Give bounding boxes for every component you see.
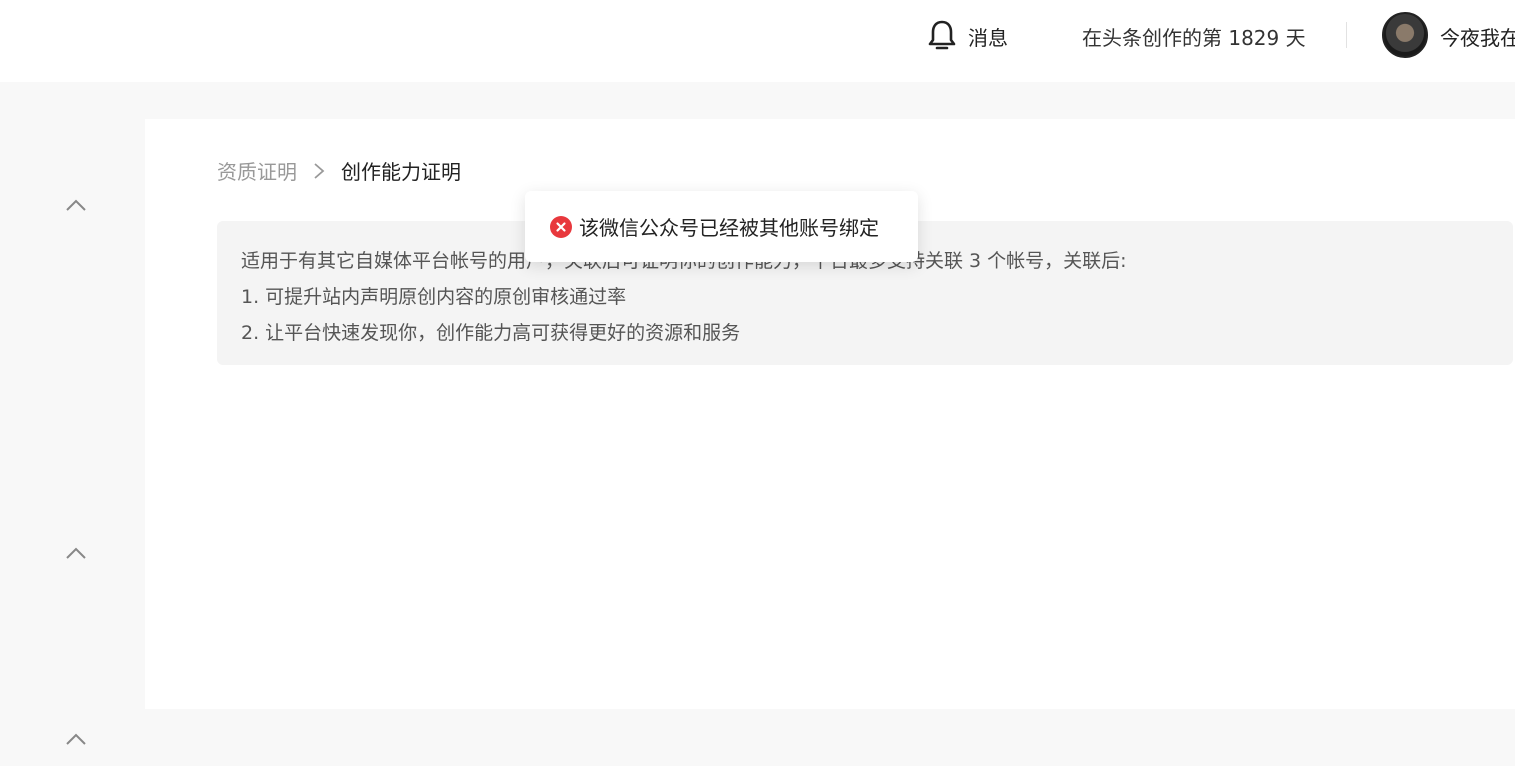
bell-icon[interactable] — [924, 17, 960, 53]
notification-label[interactable]: 消息 — [968, 22, 1008, 51]
top-header: 消息 在头条创作的第 1829 天 今夜我在 — [0, 0, 1515, 82]
breadcrumb-current: 创作能力证明 — [341, 160, 461, 184]
info-line: 1. 可提升站内声明原创内容的原创审核通过率 — [241, 286, 627, 308]
info-line: 2. 让平台快速发现你，创作能力高可获得更好的资源和服务 — [241, 322, 741, 344]
creation-days-text: 在头条创作的第 1829 天 — [1082, 26, 1306, 50]
chevron-up-icon[interactable] — [64, 198, 88, 212]
header-divider — [1346, 22, 1347, 48]
avatar[interactable] — [1382, 12, 1428, 58]
breadcrumb: 资质证明 创作能力证明 — [217, 156, 461, 185]
username[interactable]: 今夜我在 — [1440, 22, 1515, 51]
error-toast: 该微信公众号已经被其他账号绑定 — [525, 191, 918, 262]
error-circle-icon — [550, 215, 572, 238]
chevron-right-icon — [314, 162, 325, 179]
chevron-up-icon[interactable] — [64, 732, 88, 746]
toast-message: 该微信公众号已经被其他账号绑定 — [579, 216, 879, 240]
breadcrumb-parent[interactable]: 资质证明 — [217, 156, 297, 185]
chevron-up-icon[interactable] — [64, 546, 88, 560]
